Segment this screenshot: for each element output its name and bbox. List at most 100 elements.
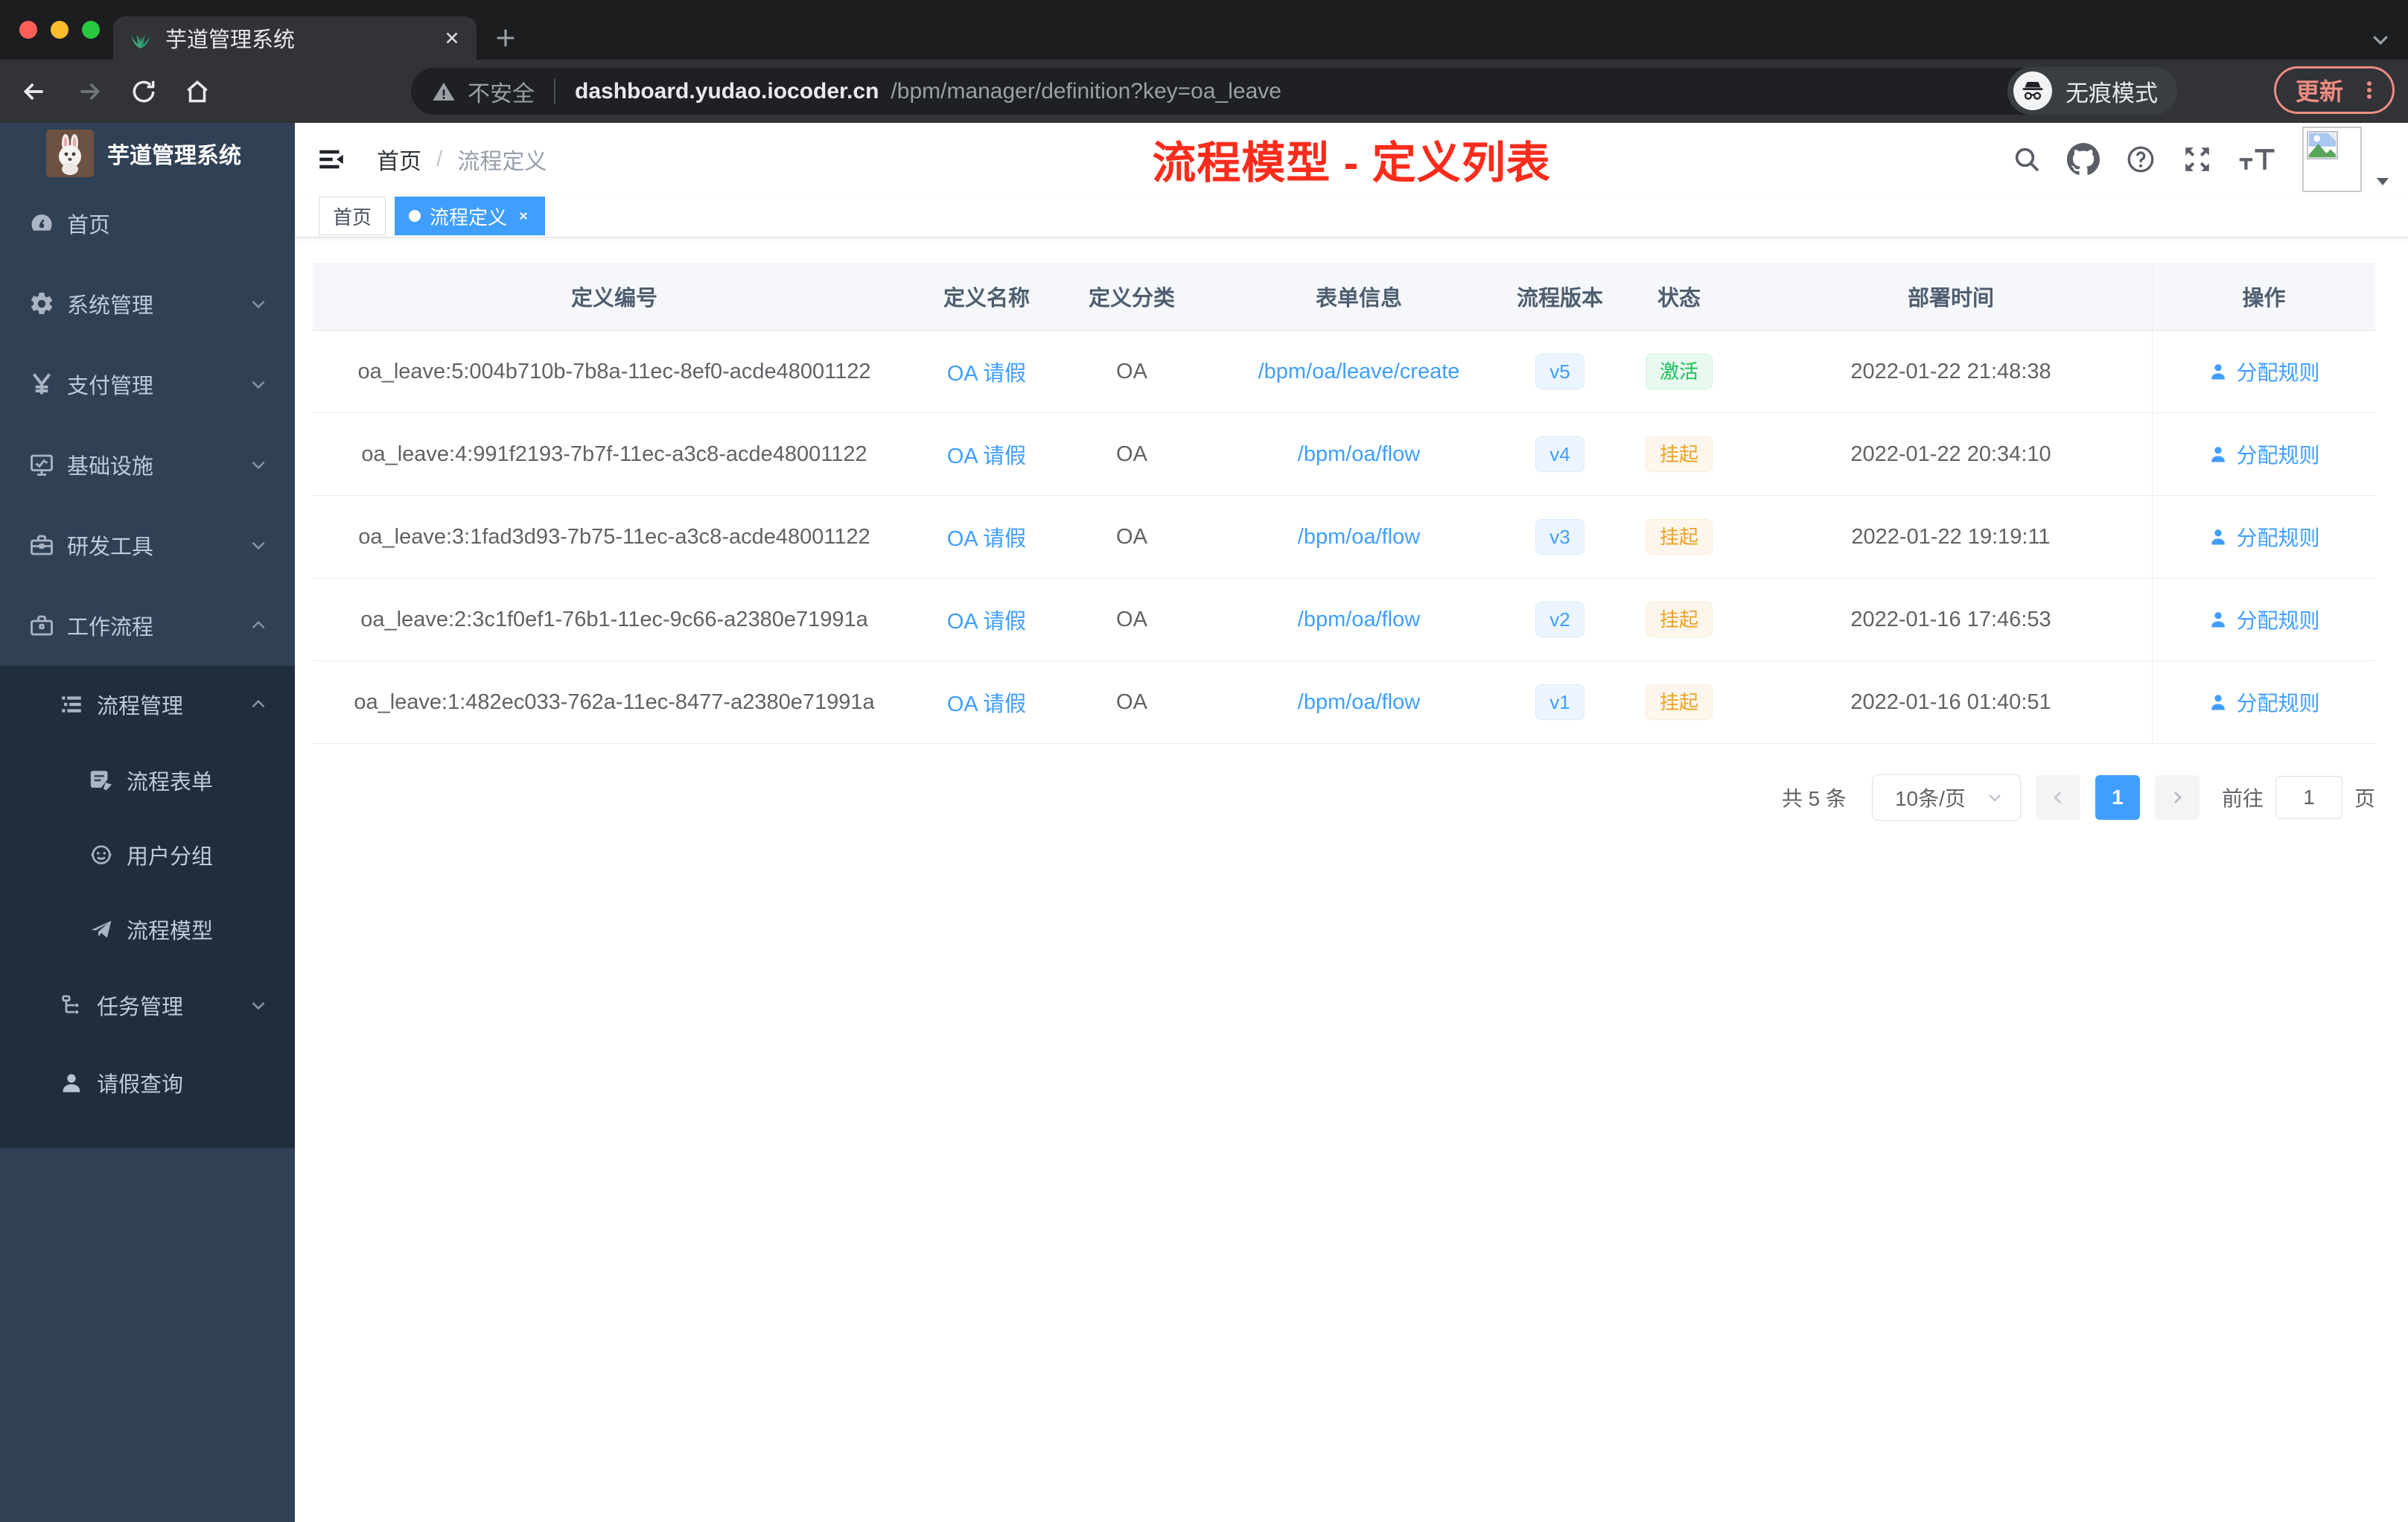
definition-name-link[interactable]: OA 请假 xyxy=(947,687,1026,718)
assign-rule-link[interactable]: 分配规则 xyxy=(2208,522,2320,552)
home-button[interactable] xyxy=(183,77,211,106)
goto-label: 前往 xyxy=(2221,787,2264,810)
col-header-status: 状态 xyxy=(1657,287,1701,311)
form-link[interactable]: /bpm/oa/flow xyxy=(1298,608,1420,632)
status-badge: 挂起 xyxy=(1645,519,1713,555)
assign-rule-link[interactable]: 分配规则 xyxy=(2208,357,2320,386)
incognito-label: 无痕模式 xyxy=(2065,80,2158,106)
tab-search-chevron-icon[interactable] xyxy=(2369,28,2392,51)
omnibox-divider xyxy=(554,78,555,104)
incognito-badge[interactable]: 无痕模式 xyxy=(2007,67,2177,115)
tag-close-icon[interactable] xyxy=(516,208,531,223)
reload-button[interactable] xyxy=(130,77,158,106)
window-minimize-button[interactable] xyxy=(51,21,69,39)
user-icon xyxy=(2211,695,2226,710)
status-badge: 挂起 xyxy=(1645,602,1713,637)
new-tab-button[interactable] xyxy=(493,25,518,51)
pagination: 共 5 条 10条/页 1 前往 页 xyxy=(295,774,2375,821)
font-size-icon[interactable] xyxy=(2238,144,2277,175)
sidebar: 芋道管理系统 首页 系统管理 支付管理 基础设施 研发工具 工作流程 流程管理 … xyxy=(0,123,295,1522)
definition-name-link[interactable]: OA 请假 xyxy=(947,356,1026,387)
github-icon[interactable] xyxy=(2067,142,2100,176)
address-bar[interactable]: 不安全 dashboard.yudao.iocoder.cn /bpm/mana… xyxy=(411,68,2125,115)
cell-category: OA xyxy=(1116,359,1147,383)
sidebar-item-system[interactable]: 系统管理 xyxy=(0,264,295,344)
sidebar-item-devtools[interactable]: 研发工具 xyxy=(0,505,295,585)
help-icon[interactable] xyxy=(2125,144,2156,175)
user-icon xyxy=(58,1070,85,1095)
tags-view: 首页 流程定义 xyxy=(295,195,2408,238)
assign-rule-link[interactable]: 分配规则 xyxy=(2208,439,2320,469)
col-header-id: 定义编号 xyxy=(570,287,657,311)
col-header-time: 部署时间 xyxy=(1907,287,1994,311)
sidebar-item-task-management[interactable]: 任务管理 xyxy=(0,967,295,1044)
browser-tab[interactable]: 芋道管理系统 xyxy=(113,16,477,60)
dashboard-icon xyxy=(28,210,55,237)
tag-home[interactable]: 首页 xyxy=(319,197,386,235)
definition-name-link[interactable]: OA 请假 xyxy=(947,604,1026,635)
fullscreen-icon[interactable] xyxy=(2182,144,2213,175)
security-label: 不安全 xyxy=(468,81,535,106)
cell-deploy-time: 2022-01-22 21:48:38 xyxy=(1850,359,2051,383)
cell-category: OA xyxy=(1116,442,1147,466)
form-link[interactable]: /bpm/oa/leave/create xyxy=(1258,360,1460,384)
search-icon[interactable] xyxy=(2012,144,2042,174)
sidebar-item-infrastructure[interactable]: 基础设施 xyxy=(0,424,295,505)
sidebar-item-home[interactable]: 首页 xyxy=(0,183,295,264)
goto-page-input[interactable] xyxy=(2275,776,2342,819)
cell-deploy-time: 2022-01-16 01:40:51 xyxy=(1850,690,2051,714)
sidebar-item-payment[interactable]: 支付管理 xyxy=(0,344,295,424)
version-badge: v4 xyxy=(1535,436,1584,472)
col-header-form: 表单信息 xyxy=(1315,287,1402,311)
sidebar-item-process-form[interactable]: 流程表单 xyxy=(0,743,295,818)
breadcrumb-home[interactable]: 首页 xyxy=(377,143,421,176)
breadcrumb: 首页 / 流程定义 xyxy=(377,143,547,176)
user-icon xyxy=(2211,529,2226,545)
sidebar-brand: 芋道管理系统 xyxy=(0,123,295,183)
definition-name-link[interactable]: OA 请假 xyxy=(947,439,1026,470)
active-tag-dot xyxy=(409,210,421,222)
sidebar-menu: 首页 系统管理 支付管理 基础设施 研发工具 工作流程 流程管理 流程表单 用户… xyxy=(0,183,295,1148)
version-badge: v1 xyxy=(1535,684,1584,720)
definition-name-link[interactable]: OA 请假 xyxy=(947,521,1026,553)
update-button[interactable]: 更新 xyxy=(2273,66,2395,114)
assign-rule-link[interactable]: 分配规则 xyxy=(2208,687,2320,717)
page-number-1[interactable]: 1 xyxy=(2095,775,2140,820)
workflow-submenu: 流程管理 流程表单 用户分组 流程模型 任务管理 请假查询 xyxy=(0,666,295,1148)
form-link[interactable]: /bpm/oa/flow xyxy=(1298,442,1420,467)
yen-icon xyxy=(28,371,55,398)
table-header-row: 定义编号 定义名称 定义分类 表单信息 流程版本 状态 部署时间 操作 xyxy=(313,263,2375,331)
back-button[interactable] xyxy=(19,77,49,106)
sidebar-item-workflow[interactable]: 工作流程 xyxy=(0,585,295,666)
version-badge: v3 xyxy=(1535,519,1584,555)
table-row: oa_leave:5:004b710b-7b8a-11ec-8ef0-acde4… xyxy=(313,331,2375,413)
sidebar-item-process-management[interactable]: 流程管理 xyxy=(0,666,295,743)
cell-id: oa_leave:1:482ec033-762a-11ec-8477-a2380… xyxy=(354,690,875,714)
next-page-button[interactable] xyxy=(2154,775,2200,820)
url-path: /bpm/manager/definition?key=oa_leave xyxy=(891,78,1281,104)
browser-menu-icon[interactable] xyxy=(2358,77,2380,103)
prev-page-button[interactable] xyxy=(2035,775,2080,820)
avatar[interactable] xyxy=(2302,126,2362,192)
sidebar-item-leave-query[interactable]: 请假查询 xyxy=(0,1044,295,1121)
user-icon xyxy=(2211,447,2226,462)
window-zoom-button[interactable] xyxy=(82,21,100,39)
assign-rule-link[interactable]: 分配规则 xyxy=(2208,605,2320,634)
table-row: oa_leave:3:1fad3d93-7b75-11ec-a3c8-acde4… xyxy=(313,496,2375,579)
form-link[interactable]: /bpm/oa/flow xyxy=(1298,525,1420,550)
sidebar-collapse-icon[interactable] xyxy=(316,144,347,175)
cell-id: oa_leave:2:3c1f0ef1-76b1-11ec-9c66-a2380… xyxy=(360,607,868,631)
page-size-select[interactable]: 10条/页 xyxy=(1871,774,2021,821)
chevron-down-icon xyxy=(249,996,268,1015)
sidebar-item-process-model[interactable]: 流程模型 xyxy=(0,892,295,967)
cell-id: oa_leave:5:004b710b-7b8a-11ec-8ef0-acde4… xyxy=(357,359,871,383)
security-warning-icon[interactable] xyxy=(432,80,456,104)
sidebar-item-user-group[interactable]: 用户分组 xyxy=(0,818,295,892)
tab-close-icon[interactable] xyxy=(442,28,462,48)
cell-deploy-time: 2022-01-16 17:46:53 xyxy=(1850,607,2051,631)
tag-process-definition[interactable]: 流程定义 xyxy=(395,197,546,235)
forward-button[interactable] xyxy=(74,77,104,106)
window-close-button[interactable] xyxy=(19,21,37,39)
caret-down-icon[interactable] xyxy=(2375,176,2390,187)
form-link[interactable]: /bpm/oa/flow xyxy=(1298,690,1420,715)
